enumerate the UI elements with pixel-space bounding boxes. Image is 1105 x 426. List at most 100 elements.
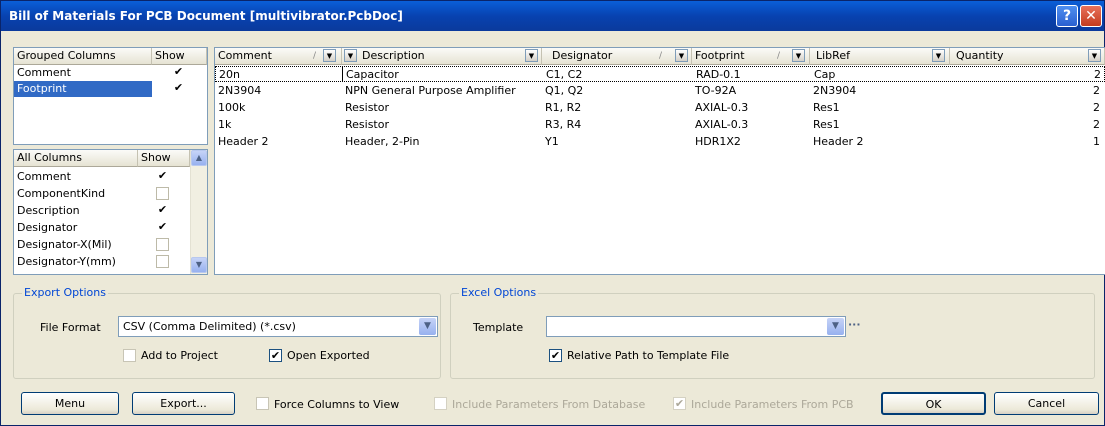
filter-dropdown-icon[interactable]: ▼ <box>1088 49 1101 62</box>
cell-designator: R3, R4 <box>545 118 582 131</box>
grouped-show-checkbox[interactable]: ✔ <box>172 66 185 79</box>
cell-comment: 100k <box>218 101 246 114</box>
column-header-label: Comment <box>218 49 272 62</box>
excel-options-legend: Excel Options <box>459 286 539 299</box>
all-columns-pane[interactable]: All Columns Show Comment ✔ ComponentKind… <box>13 149 208 275</box>
table-row[interactable]: 1k Resistor R3, R4 AXIAL-0.3 Res1 2 <box>215 117 1105 133</box>
grouped-columns-header[interactable]: Grouped Columns <box>14 48 152 65</box>
relative-path-label[interactable]: Relative Path to Template File <box>567 349 729 362</box>
title-bar[interactable]: Bill of Materials For PCB Document [mult… <box>1 1 1104 31</box>
cell-quantity: 2 <box>1094 68 1101 81</box>
cell-designator: Q1, Q2 <box>545 84 584 97</box>
grouped-show-checkbox[interactable]: ✔ <box>172 82 185 95</box>
cell-description: NPN General Purpose Amplifier <box>345 84 516 97</box>
column-header-libref[interactable]: LibRef ▼ <box>810 48 950 65</box>
table-row[interactable]: 100k Resistor R1, R2 AXIAL-0.3 Res1 2 <box>215 100 1105 116</box>
add-to-project-label[interactable]: Add to Project <box>141 349 218 362</box>
add-to-project-checkbox[interactable] <box>123 349 136 362</box>
template-label: Template <box>473 321 524 334</box>
grouped-item-comment[interactable]: Comment ✔ <box>14 65 207 81</box>
filter-dropdown-icon[interactable]: ▼ <box>932 49 945 62</box>
grouped-show-header[interactable]: Show <box>152 48 207 65</box>
include-db-checkbox[interactable] <box>434 397 447 410</box>
filter-dropdown-icon[interactable]: ▼ <box>323 49 336 62</box>
scroll-down-arrow-icon[interactable]: ▼ <box>191 257 207 273</box>
sort-indicator-icon: / <box>659 51 663 61</box>
include-db-label[interactable]: Include Parameters From Database <box>452 398 645 411</box>
show-checkbox[interactable]: ✔ <box>156 204 169 217</box>
all-columns-scrollbar[interactable]: ▲ ▼ <box>190 150 207 274</box>
column-header-quantity[interactable]: Quantity ▼ <box>950 48 1105 65</box>
menu-button[interactable]: Menu <box>21 392 119 415</box>
force-columns-label[interactable]: Force Columns to View <box>274 398 399 411</box>
cell-description: Resistor <box>345 101 389 114</box>
show-checkbox[interactable] <box>156 238 169 251</box>
include-pcb-label[interactable]: Include Parameters From PCB <box>691 398 854 411</box>
cell-comment: 2N3904 <box>218 84 262 97</box>
include-pcb-checkbox[interactable]: ✔ <box>673 397 686 410</box>
column-header-label: LibRef <box>816 49 850 62</box>
help-button[interactable]: ? <box>1056 5 1078 27</box>
show-checkbox[interactable]: ✔ <box>156 221 169 234</box>
cell-libref: Cap <box>814 68 836 81</box>
grouped-item-footprint[interactable]: Footprint ✔ <box>14 81 207 97</box>
cell-footprint: AXIAL-0.3 <box>695 101 749 114</box>
window-title: Bill of Materials For PCB Document [mult… <box>9 9 403 23</box>
column-header-description[interactable]: ▼ Description ▼ <box>342 48 542 65</box>
filter-dropdown-icon[interactable]: ▼ <box>344 49 357 62</box>
force-columns-checkbox[interactable] <box>256 397 269 410</box>
cell-description: Capacitor <box>346 68 399 81</box>
grouped-item-label: Comment <box>17 66 71 79</box>
relative-path-checkbox[interactable]: ✔ <box>549 349 562 362</box>
cell-designator: R1, R2 <box>545 101 582 114</box>
cell-libref: Res1 <box>813 118 840 131</box>
column-header-comment[interactable]: Comment / ▼ <box>215 48 342 65</box>
filter-dropdown-icon[interactable]: ▼ <box>675 49 688 62</box>
chevron-down-icon[interactable]: ▼ <box>827 318 844 335</box>
cell-quantity: 2 <box>1093 84 1100 97</box>
cell-libref: Header 2 <box>813 135 864 148</box>
column-header-footprint[interactable]: Footprint / ▼ <box>692 48 810 65</box>
grouped-columns-pane[interactable]: Grouped Columns Show Comment ✔ Footprint… <box>13 47 208 145</box>
all-columns-header[interactable]: All Columns <box>14 150 138 167</box>
sort-indicator-icon: / <box>313 51 317 61</box>
chevron-down-icon[interactable]: ▼ <box>419 318 436 335</box>
filter-dropdown-icon[interactable]: ▼ <box>792 49 805 62</box>
file-format-value: CSV (Comma Delimited) (*.csv) <box>123 320 296 333</box>
show-checkbox[interactable]: ✔ <box>156 170 169 183</box>
export-button[interactable]: Export... <box>132 392 235 415</box>
column-name: ComponentKind <box>17 187 106 200</box>
cell-quantity: 1 <box>1093 135 1100 148</box>
bom-grid[interactable]: Comment / ▼ ▼ Description ▼ Designator /… <box>214 47 1105 275</box>
column-name: Designator-X(Mil) <box>17 238 112 251</box>
ok-button[interactable]: OK <box>881 392 986 415</box>
cell-footprint: TO-92A <box>695 84 737 97</box>
template-select[interactable]: ▼ <box>546 316 846 337</box>
filter-dropdown-icon[interactable]: ▼ <box>525 49 538 62</box>
grouped-item-label: Footprint <box>14 81 152 97</box>
cell-footprint: HDR1X2 <box>695 135 741 148</box>
cell-comment: 1k <box>218 118 232 131</box>
browse-icon[interactable]: ··· <box>848 318 861 331</box>
cell-description: Resistor <box>345 118 389 131</box>
file-format-select[interactable]: CSV (Comma Delimited) (*.csv) ▼ <box>118 316 438 337</box>
scroll-up-arrow-icon[interactable]: ▲ <box>191 150 207 166</box>
all-columns-show-header[interactable]: Show <box>138 150 190 167</box>
cancel-button[interactable]: Cancel <box>994 392 1099 415</box>
cell-libref: Res1 <box>813 101 840 114</box>
cell-libref: 2N3904 <box>813 84 857 97</box>
show-checkbox[interactable] <box>156 255 169 268</box>
cell-designator: Y1 <box>545 135 559 148</box>
column-header-label: Designator <box>552 49 613 62</box>
column-header-designator[interactable]: Designator / ▼ <box>542 48 692 65</box>
close-button[interactable]: ✕ <box>1080 5 1102 27</box>
table-row[interactable]: Header 2 Header, 2-Pin Y1 HDR1X2 Header … <box>215 134 1105 150</box>
excel-options-group: Excel Options Template ▼ ··· ✔ Relative … <box>450 286 1095 379</box>
table-row[interactable]: 20n Capacitor C1, C2 RAD-0.1 Cap 2 <box>215 66 1105 82</box>
open-exported-label[interactable]: Open Exported <box>287 349 370 362</box>
show-checkbox[interactable] <box>156 187 169 200</box>
open-exported-checkbox[interactable]: ✔ <box>269 349 282 362</box>
column-header-label: Footprint <box>695 49 745 62</box>
cell-comment: 20n <box>216 67 343 81</box>
table-row[interactable]: 2N3904 NPN General Purpose Amplifier Q1,… <box>215 83 1105 99</box>
